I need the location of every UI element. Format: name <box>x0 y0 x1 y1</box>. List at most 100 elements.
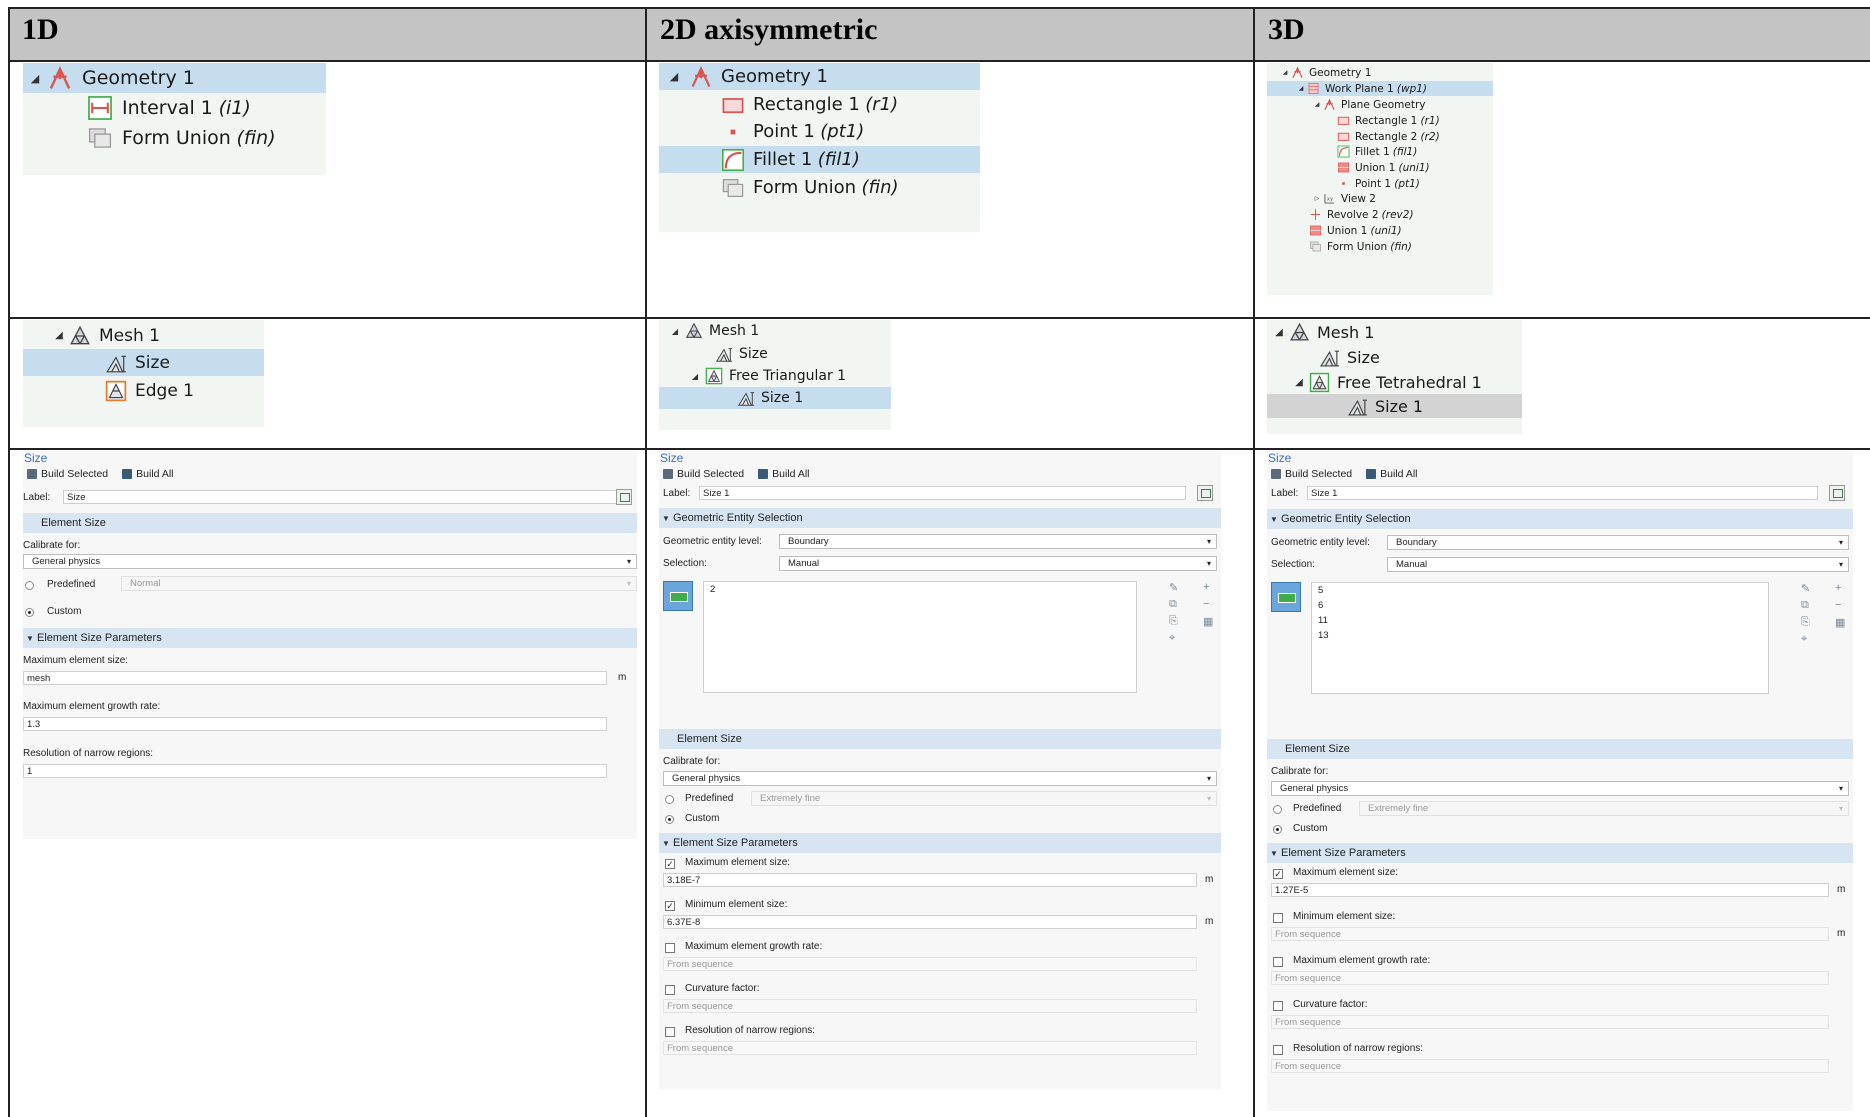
section-collapse-icon[interactable]: ▼ <box>23 629 37 649</box>
copy-selection-icon[interactable]: ⧉ <box>1169 598 1177 611</box>
collapse-arrow-icon[interactable]: ◢ <box>1311 101 1323 108</box>
tree-item[interactable]: Rectangle 1 (r1) <box>659 91 980 118</box>
selection-list-item[interactable]: 2 <box>704 582 1136 597</box>
max-size-field[interactable]: 3.18E-7 <box>663 873 1197 887</box>
copy-selection-icon[interactable]: ⧉ <box>1801 599 1809 612</box>
curvature-checkbox[interactable] <box>665 985 675 995</box>
tree-item[interactable]: ◢ Work Plane 1 (wp1) <box>1267 81 1493 96</box>
remove-selection-icon[interactable]: − <box>1203 598 1209 610</box>
selection-select[interactable]: Manual ▾ <box>1387 557 1849 572</box>
tree-item[interactable]: Revolve 2 (rev2) <box>1267 207 1493 222</box>
narrow-checkbox[interactable] <box>1273 1045 1283 1055</box>
tree-item[interactable]: Size <box>659 343 891 365</box>
predefined-radio[interactable] <box>1273 805 1282 814</box>
tree-item[interactable]: Interval 1 (i1) <box>23 93 326 123</box>
predefined-radio[interactable] <box>665 795 674 804</box>
section-header[interactable]: Element Size <box>23 513 637 533</box>
min-size-field[interactable]: 6.37E-8 <box>663 915 1197 929</box>
section-collapse-icon[interactable]: ▼ <box>659 509 673 529</box>
selection-list-item[interactable]: 11 <box>1312 613 1768 628</box>
section-header[interactable]: Element Size <box>659 729 1221 749</box>
tree-item[interactable]: Rectangle 2 (r2) <box>1267 129 1493 144</box>
tree-item[interactable]: ▷ xy View 2 <box>1267 191 1493 206</box>
edit-selection-icon[interactable]: ✎ <box>1801 582 1810 595</box>
label-field[interactable]: Size <box>63 490 618 504</box>
narrow-field[interactable]: 1 <box>23 764 607 778</box>
custom-radio[interactable] <box>1273 825 1282 834</box>
tree-item[interactable]: Union 1 (uni1) <box>1267 160 1493 175</box>
edit-selection-icon[interactable]: ✎ <box>1169 581 1178 594</box>
max-size-checkbox[interactable]: ✓ <box>1273 869 1283 879</box>
max-size-field[interactable]: mesh <box>23 671 607 685</box>
section-collapse-icon[interactable]: ▼ <box>1267 844 1281 864</box>
narrow-checkbox[interactable] <box>665 1027 675 1037</box>
selection-list-item[interactable]: 13 <box>1312 628 1768 643</box>
tree-item[interactable]: ◢ Free Triangular 1 <box>659 365 891 387</box>
label-field[interactable]: Size 1 <box>699 486 1186 500</box>
selection-list[interactable]: 2 <box>703 581 1137 693</box>
tree-item[interactable]: Form Union (fin) <box>1267 239 1493 254</box>
tree-item[interactable]: Size 1 <box>1267 394 1522 418</box>
add-selection-icon[interactable]: + <box>1203 581 1209 593</box>
tree-item[interactable]: ◢ Geometry 1 <box>659 63 980 90</box>
tree-item[interactable]: ◢ Mesh 1 <box>659 320 891 342</box>
custom-radio[interactable] <box>25 608 34 617</box>
collapse-arrow-icon[interactable]: ◢ <box>665 327 685 336</box>
build-selected-button[interactable]: Build Selected <box>677 468 744 480</box>
tree-item[interactable]: Point 1 (pt1) <box>1267 176 1493 191</box>
calibrate-for-select[interactable]: General physics ▾ <box>23 554 637 569</box>
collapse-arrow-icon[interactable]: ◢ <box>659 70 689 83</box>
activate-selection-button[interactable] <box>1271 582 1301 612</box>
paste-selection-icon[interactable]: ⎘ <box>1801 616 1810 629</box>
collapse-arrow-icon[interactable]: ◢ <box>49 330 69 341</box>
build-all-button[interactable]: Build All <box>1380 468 1417 480</box>
collapse-arrow-icon[interactable]: ◢ <box>23 72 47 85</box>
tree-item[interactable]: Form Union (fin) <box>659 174 980 201</box>
selection-select[interactable]: Manual ▾ <box>779 556 1217 571</box>
section-header[interactable]: ▼ Element Size Parameters <box>659 833 1221 853</box>
tree-item[interactable]: ◢ Mesh 1 <box>23 322 264 349</box>
section-header[interactable]: Element Size <box>1267 739 1853 759</box>
section-header[interactable]: ▼ Geometric Entity Selection <box>659 508 1221 528</box>
tree-item[interactable]: Rectangle 1 (r1) <box>1267 113 1493 128</box>
growth-field[interactable]: 1.3 <box>23 717 607 731</box>
min-size-checkbox[interactable] <box>1273 913 1283 923</box>
remove-selection-icon[interactable]: − <box>1835 599 1841 611</box>
clear-selection-icon[interactable]: ▦ <box>1835 616 1845 629</box>
curvature-checkbox[interactable] <box>1273 1001 1283 1011</box>
activate-selection-button[interactable] <box>663 581 693 611</box>
calibrate-for-select[interactable]: General physics ▾ <box>663 771 1217 786</box>
tree-item[interactable]: ◢ Mesh 1 <box>1267 320 1522 344</box>
entity-level-select[interactable]: Boundary ▾ <box>779 534 1217 549</box>
custom-radio[interactable] <box>665 815 674 824</box>
edit-label-button[interactable] <box>1829 485 1845 501</box>
selection-list-item[interactable]: 6 <box>1312 598 1768 613</box>
label-field[interactable]: Size 1 <box>1307 486 1818 500</box>
max-size-field[interactable]: 1.27E-5 <box>1271 883 1829 897</box>
max-size-checkbox[interactable]: ✓ <box>665 859 675 869</box>
paste-selection-icon[interactable]: ⎘ <box>1169 615 1178 628</box>
tree-item[interactable]: Size <box>23 349 264 376</box>
tree-item[interactable]: Fillet 1 (fil1) <box>659 146 980 173</box>
selection-list[interactable]: 5 6 11 13 <box>1311 582 1769 694</box>
growth-checkbox[interactable] <box>1273 957 1283 967</box>
entity-level-select[interactable]: Boundary ▾ <box>1387 535 1849 550</box>
expand-arrow-icon[interactable]: ▷ <box>1311 195 1323 202</box>
tree-item[interactable]: ◢ Plane Geometry <box>1267 97 1493 112</box>
tree-item[interactable]: Edge 1 <box>23 377 264 404</box>
tree-item[interactable]: ◢ Free Tetrahedral 1 <box>1267 370 1522 394</box>
collapse-arrow-icon[interactable]: ◢ <box>1269 327 1289 338</box>
tree-item[interactable]: Size <box>1267 345 1522 369</box>
tree-item[interactable]: ◢ Geometry 1 <box>23 63 326 93</box>
selection-list-item[interactable]: 5 <box>1312 583 1768 598</box>
edit-label-button[interactable] <box>1197 485 1213 501</box>
collapse-arrow-icon[interactable]: ◢ <box>1295 85 1307 92</box>
build-all-button[interactable]: Build All <box>772 468 809 480</box>
section-collapse-icon[interactable]: ▼ <box>659 834 673 854</box>
add-selection-icon[interactable]: + <box>1835 582 1841 594</box>
section-collapse-icon[interactable]: ▼ <box>1267 510 1281 530</box>
predefined-radio[interactable] <box>25 581 34 590</box>
section-header[interactable]: ▼ Geometric Entity Selection <box>1267 509 1853 529</box>
tree-item[interactable]: Form Union (fin) <box>23 123 326 153</box>
tree-item[interactable]: Size 1 <box>659 387 891 409</box>
